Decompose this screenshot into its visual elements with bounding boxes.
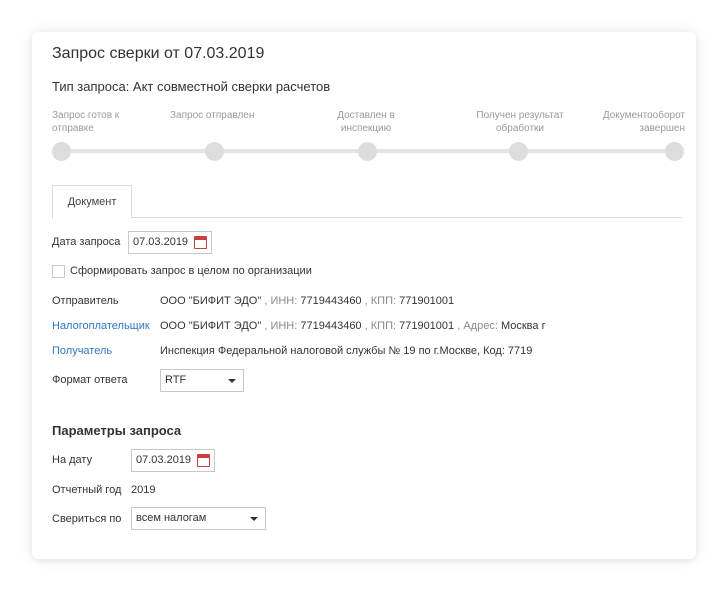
taxpayer-kpp: 771901001 [399, 320, 455, 332]
sender-inn: 7719443460 [300, 295, 362, 307]
step-3-dot [358, 142, 377, 161]
sender-value: ООО "БИФИТ ЭДО" , ИНН: 7719443460 , КПП:… [160, 295, 455, 307]
step-1-label: Запрос готов к отправке [52, 110, 120, 134]
sender-kpp: 771901001 [399, 295, 455, 307]
on-date-value: 07.03.2019 [136, 454, 192, 466]
request-type: Тип запроса: Акт совместной сверки расче… [52, 79, 331, 94]
tab-document[interactable]: Документ [52, 185, 132, 219]
chevron-down-icon [250, 517, 258, 521]
params-section-title: Параметры запроса [52, 423, 182, 438]
step-4-dot [509, 142, 528, 161]
step-4-label: Получен результат обработки [476, 110, 564, 134]
tab-divider [52, 217, 682, 218]
taxpayer-org: ООО "БИФИТ ЭДО" [160, 320, 262, 332]
report-year-value: 2019 [131, 484, 156, 496]
calendar-icon[interactable] [197, 454, 210, 467]
whole-org-label: Сформировать запрос в целом по организац… [70, 265, 312, 277]
request-date-label: Дата запроса [52, 236, 121, 248]
taxpayer-address: Москва г [500, 320, 546, 332]
on-date-field[interactable]: 07.03.2019 [131, 449, 215, 472]
recipient-value: Инспекция Федеральной налоговой службы №… [160, 345, 533, 357]
response-format-label: Формат ответа [52, 374, 128, 386]
reconcile-by-label: Свериться по [52, 513, 122, 525]
taxpayer-value: ООО "БИФИТ ЭДО" , ИНН: 7719443460 , КПП:… [160, 320, 546, 332]
taxpayer-link[interactable]: Налогоплательщик [52, 320, 150, 332]
reconciliation-request-card: Запрос сверки от 07.03.2019 Тип запроса:… [32, 32, 696, 559]
report-year-label: Отчетный год [52, 484, 122, 496]
sender-label: Отправитель [52, 295, 119, 307]
sender-org: ООО "БИФИТ ЭДО" [160, 295, 262, 307]
reconcile-by-value: всем налогам [136, 512, 207, 524]
step-3-label: Доставлен в инспекцию [337, 110, 395, 134]
on-date-label: На дату [52, 454, 93, 466]
page-title: Запрос сверки от 07.03.2019 [52, 45, 265, 62]
reconcile-by-select[interactable]: всем налогам [131, 507, 266, 530]
response-format-select[interactable]: RTF [160, 369, 244, 392]
step-2-dot [205, 142, 224, 161]
request-date-value: 07.03.2019 [133, 236, 189, 248]
step-5-dot [665, 142, 684, 161]
chevron-down-icon [228, 379, 236, 383]
calendar-icon[interactable] [194, 236, 207, 249]
request-date-field[interactable]: 07.03.2019 [128, 231, 212, 254]
whole-org-checkbox[interactable] [52, 265, 65, 278]
step-2-label: Запрос отправлен [170, 110, 255, 121]
step-5-label: Документооборот завершен [602, 110, 685, 134]
response-format-value: RTF [165, 374, 187, 386]
recipient-link[interactable]: Получатель [52, 345, 112, 357]
taxpayer-inn: 7719443460 [300, 320, 362, 332]
step-1-dot [52, 142, 71, 161]
